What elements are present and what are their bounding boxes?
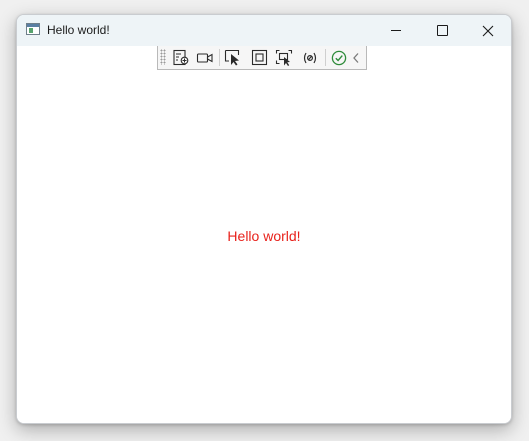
minimize-button[interactable] (373, 15, 419, 46)
window-app-icon (26, 23, 40, 35)
go-to-live-visual-tree-button[interactable] (170, 48, 192, 67)
select-element-icon (224, 49, 240, 66)
track-focused-element-button[interactable] (273, 48, 295, 67)
collapse-toolbar-button[interactable] (348, 48, 364, 67)
binding-failures-icon (303, 52, 317, 63)
select-element-button[interactable] (222, 48, 244, 67)
accessibility-check-button[interactable] (328, 48, 350, 67)
record-button[interactable] (194, 48, 216, 67)
track-focused-element-icon (275, 49, 293, 66)
app-window: Hello world! Hello world! (16, 14, 512, 424)
maximize-icon (436, 25, 448, 36)
client-area: Hello world! (17, 46, 511, 423)
hello-text: Hello world! (227, 228, 301, 244)
record-camera-icon (196, 52, 213, 63)
minimize-icon (391, 30, 401, 31)
close-button[interactable] (465, 15, 511, 46)
close-icon (482, 25, 494, 36)
binding-failures-button[interactable] (299, 48, 321, 67)
runtime-tools-toolbar (157, 46, 367, 70)
visual-tree-icon (173, 49, 189, 66)
title-bar[interactable]: Hello world! (17, 15, 511, 46)
accessibility-check-icon (331, 50, 347, 65)
display-layout-adorners-icon (251, 49, 267, 66)
collapse-chevron-icon (353, 52, 359, 63)
toolbar-drag-grip[interactable] (160, 49, 166, 65)
maximize-button[interactable] (419, 15, 465, 46)
display-layout-adorners-button[interactable] (248, 48, 270, 67)
window-title: Hello world! (47, 23, 110, 37)
